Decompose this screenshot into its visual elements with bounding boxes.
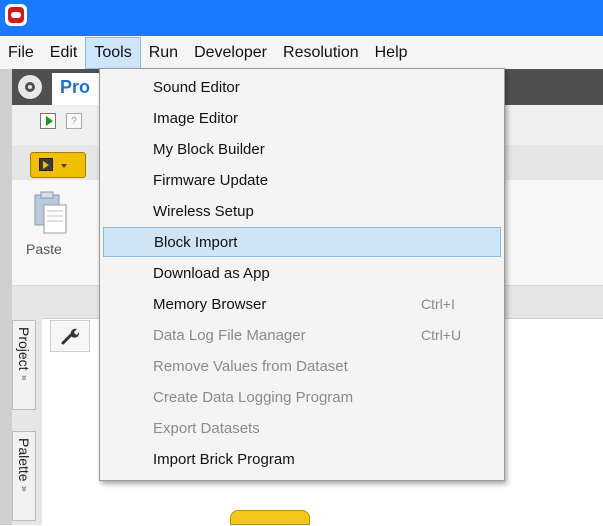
program-block[interactable] xyxy=(230,510,310,525)
menu-item-data-log-file-manager[interactable]: Data Log File Manager Ctrl+U xyxy=(103,320,501,350)
title-bar xyxy=(0,0,603,36)
palette-side-tab-label: Palette xyxy=(16,438,32,482)
left-strip xyxy=(0,69,12,525)
menu-tools[interactable]: Tools xyxy=(85,36,141,69)
app-logo-icon[interactable] xyxy=(5,4,27,26)
wrench-tab[interactable] xyxy=(50,320,90,352)
lobby-home-icon[interactable] xyxy=(18,75,42,99)
program-icon xyxy=(39,158,53,171)
menu-item-wireless-setup[interactable]: Wireless Setup xyxy=(103,196,501,226)
menu-item-download-as-app[interactable]: Download as App xyxy=(103,258,501,288)
menu-item-memory-browser[interactable]: Memory Browser Ctrl+I xyxy=(103,289,501,319)
menu-developer[interactable]: Developer xyxy=(186,37,275,69)
menu-item-firmware-update[interactable]: Firmware Update xyxy=(103,165,501,195)
menu-resolution[interactable]: Resolution xyxy=(275,37,367,69)
expand-arrow-icon: » xyxy=(18,485,30,492)
shortcut-label: Ctrl+U xyxy=(421,327,462,343)
menu-file[interactable]: File xyxy=(0,37,42,69)
paste-label[interactable]: Paste xyxy=(26,241,62,257)
menu-edit[interactable]: Edit xyxy=(42,37,86,69)
palette-side-tab[interactable]: Palette » xyxy=(12,431,36,521)
project-side-tab-label: Project xyxy=(16,327,32,371)
run-play-icon[interactable] xyxy=(40,113,56,129)
expand-arrow-icon: » xyxy=(18,374,30,381)
paste-icon[interactable] xyxy=(34,191,68,235)
menu-item-my-block-builder[interactable]: My Block Builder xyxy=(103,134,501,164)
menu-item-block-import[interactable]: Block Import xyxy=(103,227,501,257)
menu-item-image-editor[interactable]: Image Editor xyxy=(103,103,501,133)
wrench-icon xyxy=(61,328,80,345)
tools-menu: Sound Editor Image Editor My Block Build… xyxy=(99,68,505,481)
menu-item-create-data-logging-program[interactable]: Create Data Logging Program xyxy=(103,382,501,412)
menu-run[interactable]: Run xyxy=(141,37,186,69)
project-side-tab[interactable]: Project » xyxy=(12,320,36,410)
menu-item-import-brick-program[interactable]: Import Brick Program xyxy=(103,444,501,474)
program-start-dropdown[interactable] xyxy=(30,152,86,178)
menu-item-remove-values[interactable]: Remove Values from Dataset xyxy=(103,351,501,381)
shortcut-label: Ctrl+I xyxy=(421,296,455,312)
help-icon[interactable]: ? xyxy=(66,113,82,129)
menu-item-export-datasets[interactable]: Export Datasets xyxy=(103,413,501,443)
menu-item-sound-editor[interactable]: Sound Editor xyxy=(103,72,501,102)
chevron-down-icon xyxy=(61,164,67,168)
menu-bar: File Edit Tools Run Developer Resolution… xyxy=(0,36,603,70)
menu-help[interactable]: Help xyxy=(367,37,416,69)
